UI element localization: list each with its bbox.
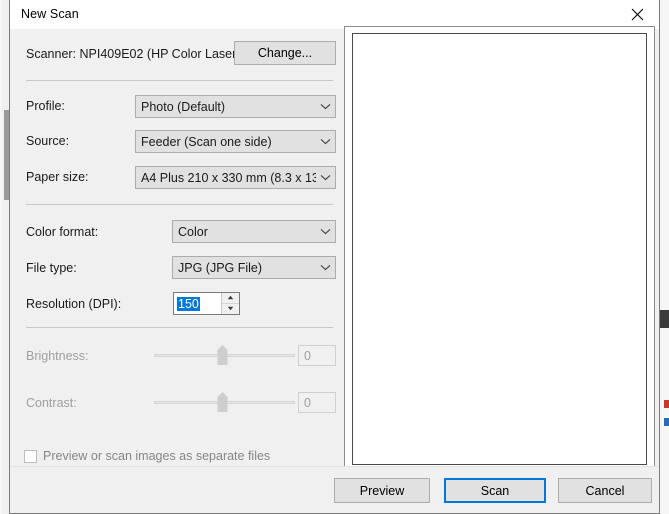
preview-button[interactable]: Preview [334, 478, 430, 503]
brightness-slider-thumb[interactable] [217, 345, 228, 365]
close-icon[interactable] [615, 0, 659, 29]
profile-value: Photo (Default) [141, 99, 226, 114]
separate-files-checkbox[interactable] [24, 449, 37, 463]
profile-combobox[interactable]: Photo (Default) [135, 95, 336, 118]
resolution-stepper[interactable] [221, 293, 239, 314]
spinner-up-icon[interactable] [222, 293, 239, 304]
window-title: New Scan [21, 7, 79, 21]
file-type-value: JPG (JPG File) [178, 260, 263, 275]
resolution-label: Resolution (DPI): [26, 297, 122, 311]
contrast-slider-thumb[interactable] [217, 392, 228, 412]
resolution-input[interactable]: 150 [174, 293, 221, 314]
paper-size-label: Paper size: [26, 170, 89, 184]
cancel-button[interactable]: Cancel [558, 478, 652, 503]
scan-settings-pane: Scanner: NPI409E02 (HP Color LaserJ... C… [10, 29, 340, 466]
background-window-left-edge [0, 0, 11, 514]
separator-1 [26, 80, 333, 81]
source-label: Source: [26, 134, 70, 148]
change-scanner-button[interactable]: Change... [234, 41, 336, 65]
source-combobox[interactable]: Feeder (Scan one side) [135, 130, 336, 153]
separate-files-label: Preview or scan images as separate files [43, 449, 271, 463]
new-scan-dialog: New Scan Scanner: NPI409E02 (HP Color La… [9, 0, 660, 514]
scan-button[interactable]: Scan [444, 478, 546, 503]
dialog-button-bar: Preview Scan Cancel [10, 466, 659, 513]
brightness-value[interactable]: 0 [298, 345, 336, 366]
chevron-down-icon [316, 103, 335, 110]
spinner-down-icon[interactable] [222, 303, 239, 314]
background-fragment [0, 0, 9, 10]
scanner-label: Scanner: NPI409E02 (HP Color LaserJ... [26, 47, 253, 61]
resolution-spinner[interactable]: 150 [173, 292, 240, 315]
contrast-slider[interactable] [154, 392, 295, 412]
background-fragment-blue [664, 418, 669, 426]
source-value: Feeder (Scan one side) [141, 134, 272, 149]
color-format-combobox[interactable]: Color [172, 220, 336, 243]
file-type-combobox[interactable]: JPG (JPG File) [172, 256, 336, 279]
chevron-down-icon [316, 228, 335, 235]
separator-3 [26, 327, 333, 328]
separator-2 [26, 204, 333, 205]
title-bar: New Scan [10, 0, 659, 29]
chevron-down-icon [316, 174, 335, 181]
brightness-slider[interactable] [154, 345, 295, 365]
background-window-right-edge [660, 0, 669, 514]
scan-preview-panel[interactable] [344, 26, 655, 472]
contrast-label: Contrast: [26, 396, 77, 410]
chevron-down-icon [316, 264, 335, 271]
paper-size-combobox[interactable]: A4 Plus 210 x 330 mm (8.3 x 13 inc [135, 166, 336, 189]
color-format-value: Color [178, 224, 208, 239]
screen: New Scan Scanner: NPI409E02 (HP Color La… [0, 0, 669, 514]
background-scrollbar-track[interactable] [2, 0, 11, 514]
resolution-value: 150 [177, 296, 200, 311]
brightness-label: Brightness: [26, 349, 89, 363]
chevron-down-icon [316, 138, 335, 145]
file-type-label: File type: [26, 261, 77, 275]
color-format-label: Color format: [26, 225, 99, 239]
paper-size-value: A4 Plus 210 x 330 mm (8.3 x 13 inc [141, 170, 316, 185]
contrast-value[interactable]: 0 [298, 392, 336, 413]
background-fragment-dark [660, 310, 669, 328]
separate-files-checkbox-row[interactable]: Preview or scan images as separate files [24, 449, 270, 463]
profile-label: Profile: [26, 99, 65, 113]
background-fragment-red [664, 400, 669, 408]
scan-preview-page[interactable] [352, 33, 647, 465]
